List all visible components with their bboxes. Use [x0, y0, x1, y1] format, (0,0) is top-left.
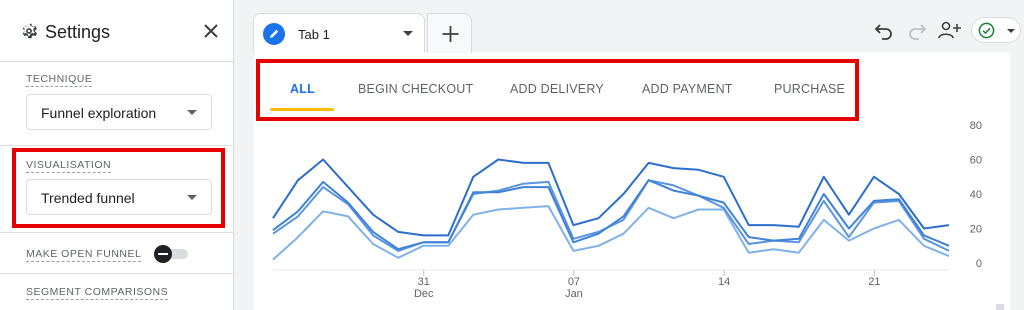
- open-funnel-section: MAKE OPEN FUNNEL: [0, 232, 234, 274]
- status-button[interactable]: [971, 17, 1021, 43]
- settings-panel: Settings TECHNIQUE Funnel exploration VI…: [0, 0, 234, 310]
- toggle-knob: [154, 245, 172, 263]
- visualisation-value: Trended funnel: [41, 190, 135, 206]
- technique-dropdown[interactable]: Funnel exploration: [26, 94, 212, 130]
- gear-icon: [22, 23, 38, 39]
- technique-section: TECHNIQUE Funnel exploration: [0, 62, 234, 146]
- step-tab-add-delivery[interactable]: ADD DELIVERY: [510, 82, 604, 96]
- app-root: Settings TECHNIQUE Funnel exploration VI…: [0, 0, 1024, 310]
- chevron-down-icon: [403, 31, 413, 36]
- settings-title: Settings: [45, 22, 111, 42]
- step-tab-begin-checkout[interactable]: BEGIN CHECKOUT: [358, 82, 473, 96]
- active-step-underline: [270, 108, 334, 111]
- visualisation-label: VISUALISATION: [26, 159, 112, 173]
- add-tab-button[interactable]: [427, 13, 472, 53]
- open-funnel-label: MAKE OPEN FUNNEL: [26, 248, 142, 262]
- chevron-down-icon: [187, 110, 197, 115]
- tab-label: Tab 1: [298, 27, 330, 42]
- segment-label: SEGMENT COMPARISONS: [26, 286, 169, 300]
- technique-label: TECHNIQUE: [26, 73, 93, 87]
- visualisation-dropdown[interactable]: Trended funnel: [26, 179, 212, 215]
- technique-value: Funnel exploration: [41, 105, 157, 121]
- tab-1[interactable]: Tab 1: [253, 13, 425, 53]
- step-tab-all[interactable]: ALL: [290, 82, 315, 96]
- settings-header: Settings: [0, 0, 234, 62]
- step-tabs: ALL BEGIN CHECKOUT ADD DELIVERY ADD PAYM…: [258, 62, 858, 116]
- close-icon[interactable]: [201, 21, 221, 41]
- chevron-down-icon: [1007, 29, 1015, 33]
- chevron-down-icon: [187, 195, 197, 200]
- visualisation-section: VISUALISATION Trended funnel: [0, 146, 234, 232]
- step-tab-add-payment[interactable]: ADD PAYMENT: [642, 82, 733, 96]
- segment-section: SEGMENT COMPARISONS: [0, 274, 234, 310]
- step-tab-purchase[interactable]: PURCHASE: [774, 82, 845, 96]
- open-funnel-toggle[interactable]: [154, 245, 188, 263]
- undo-icon[interactable]: [873, 19, 895, 41]
- plus-icon: [442, 26, 459, 42]
- pencil-icon: [263, 23, 285, 45]
- person-add-icon[interactable]: [937, 19, 963, 41]
- check-circle-icon: [978, 22, 995, 39]
- redo-icon[interactable]: [906, 19, 928, 41]
- scrollbar[interactable]: [996, 304, 1004, 310]
